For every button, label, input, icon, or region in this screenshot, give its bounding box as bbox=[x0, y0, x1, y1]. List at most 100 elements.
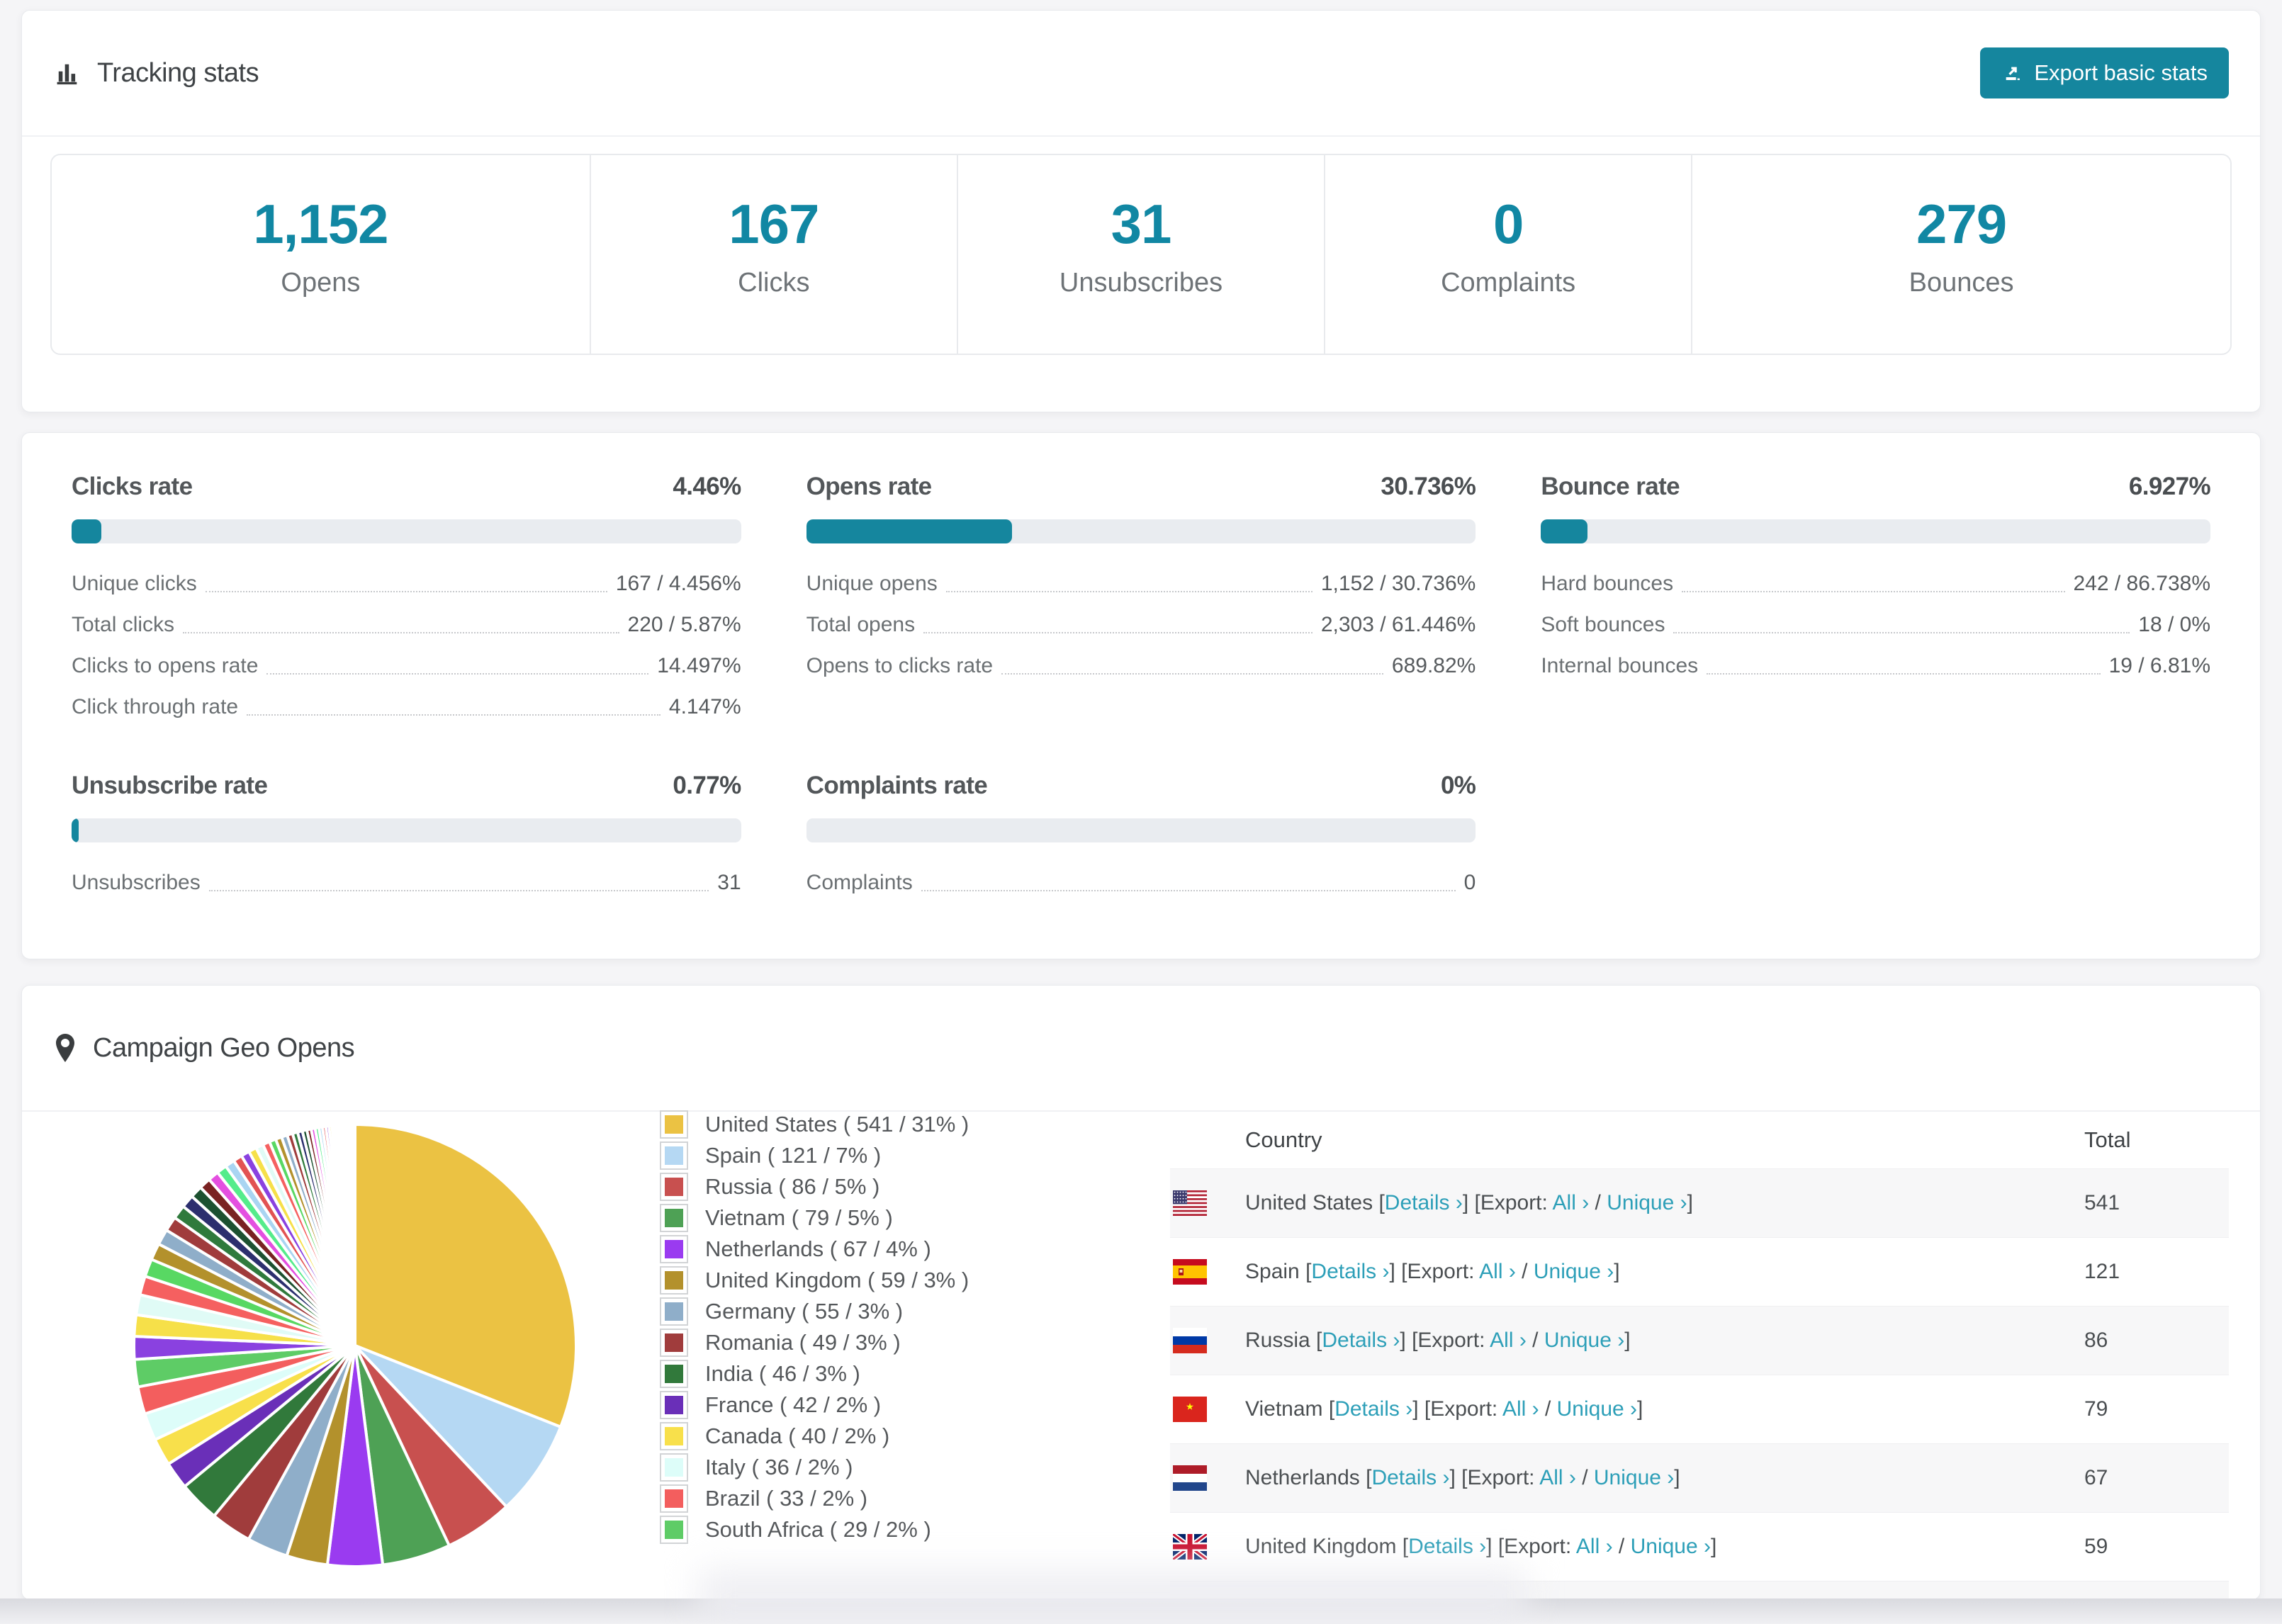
stat-line-value: 31 bbox=[717, 871, 741, 894]
stat-line-label: Unique clicks bbox=[72, 572, 197, 595]
flag-cell bbox=[1170, 1534, 1245, 1560]
geo-pie-chart[interactable] bbox=[121, 1112, 589, 1579]
gb-flag-icon bbox=[1173, 1534, 1207, 1560]
country-cell: Vietnam [Details ›] [Export: All › / Uni… bbox=[1245, 1397, 1643, 1421]
legend-label: India ( 46 / 3% ) bbox=[705, 1361, 860, 1386]
summary-stat-value: 0 bbox=[1493, 193, 1524, 255]
export-unique-link[interactable]: Unique › bbox=[1607, 1191, 1687, 1214]
country-cell: Russia [Details ›] [Export: All › / Uniq… bbox=[1245, 1329, 1631, 1352]
legend-swatch bbox=[660, 1360, 688, 1388]
rate-section-header: Bounce rate 6.927% bbox=[1541, 473, 2210, 501]
tracking-stats-header: Tracking stats Export basic stats bbox=[22, 11, 2260, 137]
legend-swatch bbox=[660, 1422, 688, 1450]
legend-swatch bbox=[660, 1516, 688, 1544]
total-cell: 86 bbox=[2084, 1329, 2108, 1352]
table-row: Russia [Details ›] [Export: All › / Uniq… bbox=[1170, 1306, 2229, 1375]
export-all-link[interactable]: All › bbox=[1539, 1466, 1576, 1489]
export-all-link[interactable]: All › bbox=[1502, 1397, 1539, 1421]
us-flag-icon bbox=[1173, 1190, 1207, 1216]
progress-bar-fill bbox=[1541, 519, 1587, 543]
export-basic-stats-button[interactable]: Export basic stats bbox=[1980, 47, 2229, 98]
legend-item[interactable]: Brazil ( 33 / 2% ) bbox=[660, 1483, 1156, 1514]
stat-line: Soft bounces 18 / 0% bbox=[1541, 604, 2210, 645]
total-cell: 79 bbox=[2084, 1397, 2108, 1421]
stat-line-value: 18 / 0% bbox=[2138, 613, 2210, 636]
summary-stat: 1,152 Opens bbox=[52, 155, 591, 354]
stat-line: Unsubscribes 31 bbox=[72, 862, 741, 903]
legend-label: Netherlands ( 67 / 4% ) bbox=[705, 1236, 931, 1261]
legend-label: Canada ( 40 / 2% ) bbox=[705, 1423, 890, 1448]
legend-item[interactable]: Netherlands ( 67 / 4% ) bbox=[660, 1234, 1156, 1265]
rate-section: Complaints rate 0% Complaints 0 bbox=[806, 772, 1476, 903]
legend-label: Italy ( 36 / 2% ) bbox=[705, 1455, 853, 1479]
progress-bar bbox=[1541, 519, 2210, 543]
details-link[interactable]: Details › bbox=[1311, 1260, 1389, 1283]
bar-chart-icon bbox=[53, 59, 82, 87]
legend-label: Vietnam ( 79 / 5% ) bbox=[705, 1205, 893, 1230]
progress-bar bbox=[806, 818, 1476, 842]
stat-line-value: 0 bbox=[1463, 871, 1476, 894]
legend-item[interactable]: India ( 46 / 3% ) bbox=[660, 1358, 1156, 1389]
legend-item[interactable]: Canada ( 40 / 2% ) bbox=[660, 1421, 1156, 1452]
summary-stat-label: Bounces bbox=[1909, 268, 2014, 298]
total-column-header: Total bbox=[2084, 1127, 2131, 1152]
legend-item[interactable]: Vietnam ( 79 / 5% ) bbox=[660, 1202, 1156, 1234]
details-link[interactable]: Details › bbox=[1408, 1535, 1486, 1558]
export-all-link[interactable]: All › bbox=[1479, 1260, 1516, 1283]
pie-slice[interactable] bbox=[352, 1122, 356, 1346]
legend-item[interactable]: South Africa ( 29 / 2% ) bbox=[660, 1514, 1156, 1545]
progress-bar-fill bbox=[72, 519, 102, 543]
export-unique-link[interactable]: Unique › bbox=[1544, 1329, 1624, 1352]
legend-item[interactable]: United Kingdom ( 59 / 3% ) bbox=[660, 1265, 1156, 1296]
legend-item[interactable]: France ( 42 / 2% ) bbox=[660, 1389, 1156, 1421]
rates-card: Clicks rate 4.46% Unique clicks 167 / 4.456… bbox=[21, 432, 2261, 959]
details-link[interactable]: Details › bbox=[1385, 1191, 1463, 1214]
legend-item[interactable]: Italy ( 36 / 2% ) bbox=[660, 1452, 1156, 1483]
rate-section-header: Unsubscribe rate 0.77% bbox=[72, 772, 741, 800]
stat-line: Click through rate 4.147% bbox=[72, 687, 741, 728]
legend-item[interactable]: Spain ( 121 / 7% ) bbox=[660, 1140, 1156, 1171]
summary-stat-value: 31 bbox=[1111, 193, 1172, 255]
summary-stat: 279 Bounces bbox=[1692, 155, 2230, 354]
details-link[interactable]: Details › bbox=[1322, 1329, 1400, 1352]
legend-swatch bbox=[660, 1329, 688, 1357]
country-column-header: Country bbox=[1245, 1127, 1322, 1152]
stat-line-label: Unique opens bbox=[806, 572, 938, 595]
dotted-leader bbox=[1673, 632, 2130, 633]
stat-line-label: Clicks to opens rate bbox=[72, 654, 259, 677]
dotted-leader bbox=[945, 591, 1313, 592]
legend-item[interactable]: United States ( 541 / 31% ) bbox=[660, 1109, 1156, 1140]
stat-line: Complaints 0 bbox=[806, 862, 1476, 903]
page-title: Tracking stats bbox=[97, 57, 259, 88]
stat-line: Hard bounces 242 / 86.738% bbox=[1541, 563, 2210, 604]
export-all-link[interactable]: All › bbox=[1490, 1329, 1527, 1352]
export-unique-link[interactable]: Unique › bbox=[1631, 1535, 1711, 1558]
export-all-link[interactable]: All › bbox=[1576, 1535, 1613, 1558]
legend-swatch bbox=[660, 1235, 688, 1263]
rate-value: 0.77% bbox=[673, 772, 741, 799]
dotted-leader bbox=[266, 673, 649, 675]
stat-line-label: Total clicks bbox=[72, 613, 175, 636]
export-unique-link[interactable]: Unique › bbox=[1594, 1466, 1674, 1489]
geo-opens-header: Campaign Geo Opens bbox=[22, 986, 2260, 1112]
summary-stat: 167 Clicks bbox=[591, 155, 958, 354]
details-link[interactable]: Details › bbox=[1334, 1397, 1412, 1421]
export-all-link[interactable]: All › bbox=[1553, 1191, 1590, 1214]
legend-item[interactable]: Russia ( 86 / 5% ) bbox=[660, 1171, 1156, 1202]
table-row: Vietnam [Details ›] [Export: All › / Uni… bbox=[1170, 1375, 2229, 1443]
stat-line-label: Total opens bbox=[806, 613, 916, 636]
geo-table-header: Country Total bbox=[1170, 1112, 2229, 1168]
rate-value: 30.736% bbox=[1381, 473, 1476, 500]
details-link[interactable]: Details › bbox=[1371, 1466, 1449, 1489]
stat-line: Clicks to opens rate 14.497% bbox=[72, 645, 741, 687]
export-unique-link[interactable]: Unique › bbox=[1534, 1260, 1614, 1283]
export-unique-link[interactable]: Unique › bbox=[1557, 1397, 1637, 1421]
rate-title: Unsubscribe rate bbox=[72, 772, 268, 799]
legend-item[interactable]: Germany ( 55 / 3% ) bbox=[660, 1296, 1156, 1327]
legend-label: Russia ( 86 / 5% ) bbox=[705, 1174, 880, 1199]
stat-line-value: 19 / 6.81% bbox=[2108, 654, 2210, 677]
stat-line-label: Complaints bbox=[806, 871, 913, 894]
progress-bar-fill bbox=[806, 519, 1012, 543]
flag-cell bbox=[1170, 1397, 1245, 1422]
legend-item[interactable]: Romania ( 49 / 3% ) bbox=[660, 1327, 1156, 1358]
